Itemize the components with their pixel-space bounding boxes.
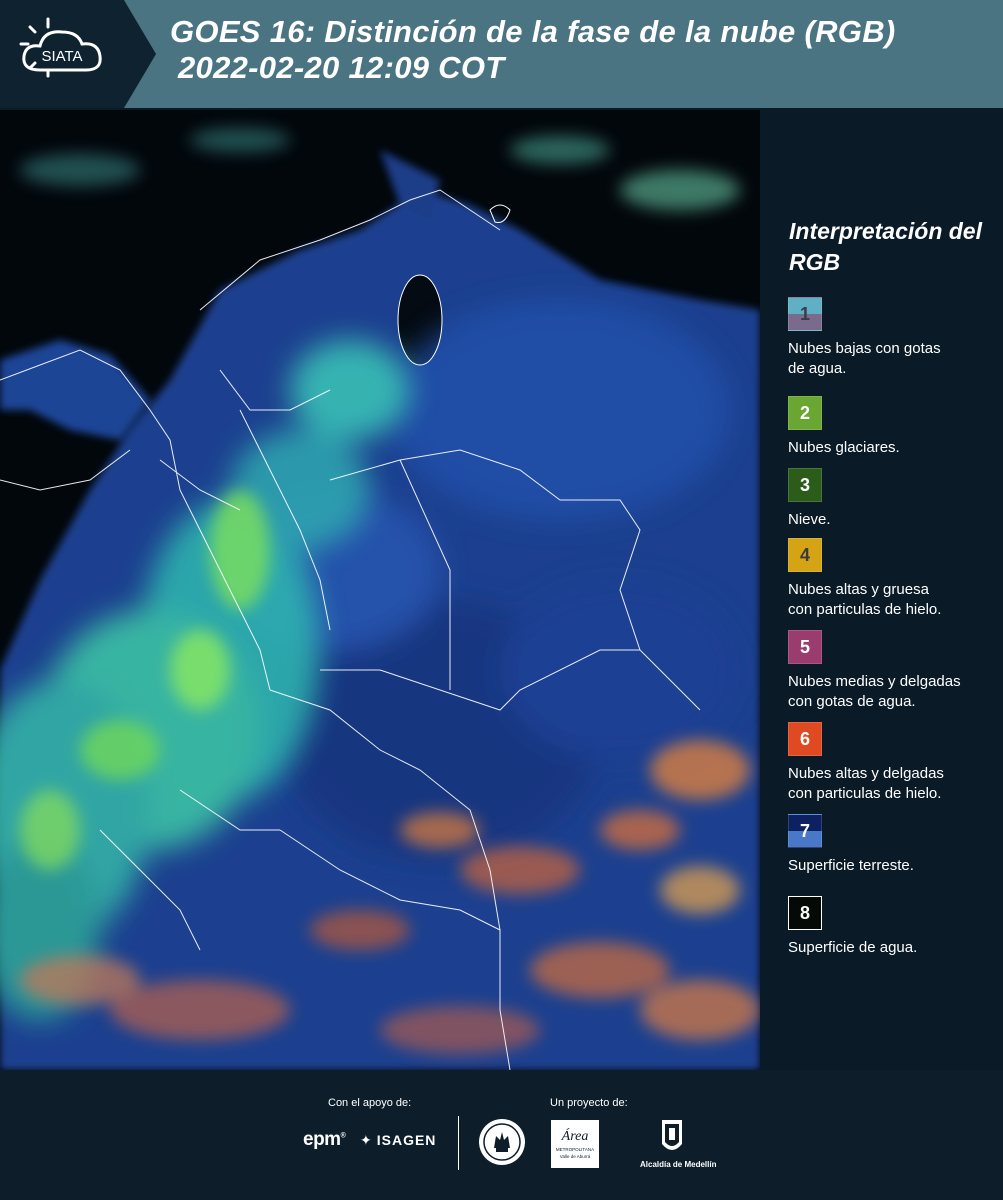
legend-swatch-2: 2 bbox=[788, 396, 822, 430]
legend-item-5: 5 Nubes medias y delgadas con gotas de a… bbox=[788, 630, 1003, 712]
siata-logo-text: SIATA bbox=[41, 48, 82, 65]
legend-swatch-6: 6 bbox=[788, 722, 822, 756]
title-line-1: GOES 16: Distinción de la fase de la nub… bbox=[170, 14, 896, 49]
legend-item-2: 2 Nubes glaciares. bbox=[788, 396, 1003, 458]
legend-label-2: Nubes glaciares. bbox=[788, 439, 900, 456]
amva-sub1: METROPOLITANA bbox=[556, 1147, 594, 1152]
legend-label-6: Nubes altas y delgadas con particulas de… bbox=[788, 765, 944, 802]
legend-title: Interpretación del RGB bbox=[789, 218, 982, 275]
legend-number-6: 6 bbox=[799, 729, 810, 749]
legend-item-8: 8 Superficie de agua. bbox=[788, 896, 1003, 958]
legend-item-6: 6 Nubes altas y delgadas con particulas … bbox=[788, 722, 1003, 804]
legend-label-1: Nubes bajas con gotas de agua. bbox=[788, 340, 941, 377]
legend-item-4: 4 Nubes altas y gruesa con particulas de… bbox=[788, 538, 1003, 620]
page-title: GOES 16: Distinción de la fase de la nub… bbox=[170, 14, 896, 86]
legend-number-3: 3 bbox=[799, 475, 810, 495]
legend-item-3: 3 Nieve. bbox=[788, 468, 1003, 530]
amva-sub2: Valle de Aburrá bbox=[560, 1154, 591, 1159]
legend-label-4: Nubes altas y gruesa con particulas de h… bbox=[788, 581, 942, 618]
legend-number-4: 4 bbox=[799, 545, 810, 565]
legend-number-2: 2 bbox=[799, 403, 810, 423]
legend-number-1: 1 bbox=[799, 304, 810, 324]
rgb-legend: Interpretación del RGB 1 Nubes bajas con… bbox=[762, 110, 1003, 1070]
legend-label-5: Nubes medias y delgadas con gotas de agu… bbox=[788, 673, 961, 710]
legend-swatch-7: 7 bbox=[788, 814, 822, 848]
legend-swatch-8: 8 bbox=[788, 896, 822, 930]
isagen-logo-text: ISAGEN bbox=[376, 1132, 437, 1148]
epm-logo: epm® bbox=[303, 1129, 346, 1150]
legend-swatch-4: 4 bbox=[788, 538, 822, 572]
footer-bar: Con el apoyo de: Un proyecto de: epm® ✦ I… bbox=[0, 1070, 1003, 1200]
alcaldia-medellin-logo: Alcaldía de Medellín bbox=[640, 1118, 717, 1172]
siata-logo: SIATA bbox=[0, 0, 158, 108]
legend-number-5: 5 bbox=[799, 637, 810, 657]
project-label: Un proyecto de: bbox=[550, 1097, 628, 1109]
legend-label-8: Superficie de agua. bbox=[788, 939, 918, 956]
legend-item-7: 7 Superficie terreste. bbox=[788, 814, 1003, 876]
legend-swatch-5: 5 bbox=[788, 630, 822, 664]
legend-label-3: Nieve. bbox=[788, 511, 831, 528]
medellin-seal-icon bbox=[478, 1118, 526, 1166]
title-line-2: 2022-02-20 12:09 COT bbox=[178, 50, 505, 85]
legend-swatch-3: 3 bbox=[788, 468, 822, 502]
legend-number-8: 8 bbox=[799, 903, 810, 923]
header-bar: SIATA GOES 16: Distinción de la fase de … bbox=[0, 0, 1003, 108]
isagen-mark-icon: ✦ bbox=[360, 1132, 373, 1148]
amva-logo-text: Área bbox=[561, 1127, 589, 1144]
legend-number-7: 7 bbox=[799, 821, 810, 841]
legend-item-1: 1 Nubes bajas con gotas de agua. bbox=[788, 297, 1003, 379]
satellite-map bbox=[0, 110, 760, 1070]
support-label: Con el apoyo de: bbox=[328, 1097, 412, 1109]
footer-divider bbox=[458, 1116, 459, 1170]
epm-logo-text: epm bbox=[303, 1129, 341, 1150]
legend-swatch-1: 1 bbox=[788, 297, 822, 331]
alcaldia-label: Alcaldía de Medellín bbox=[640, 1160, 717, 1169]
isagen-logo: ✦ ISAGEN bbox=[360, 1132, 436, 1149]
area-metropolitana-logo: Área METROPOLITANA Valle de Aburrá bbox=[551, 1120, 599, 1168]
legend-label-7: Superficie terreste. bbox=[788, 857, 914, 874]
